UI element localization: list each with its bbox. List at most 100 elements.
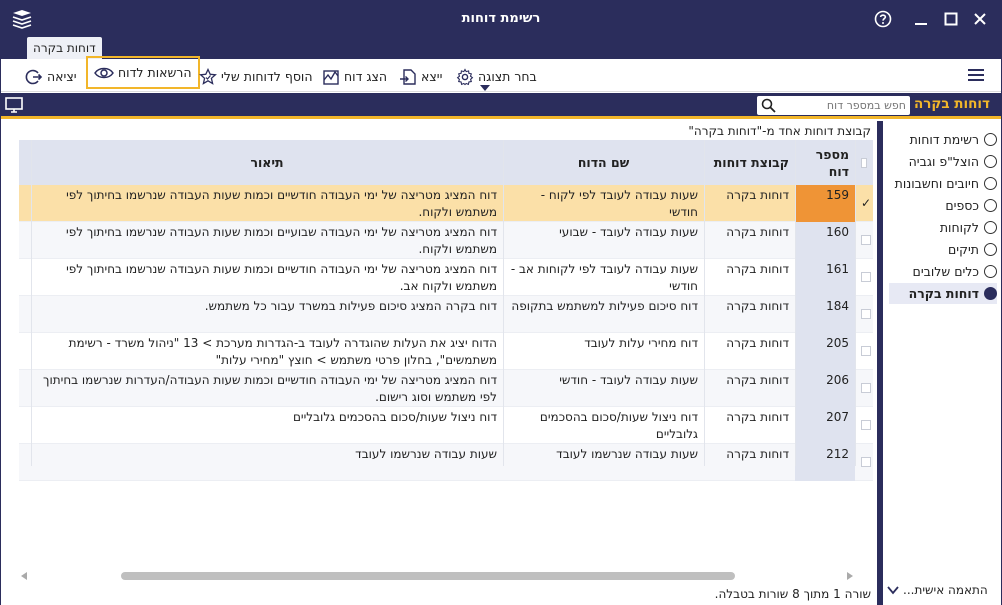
sidebar-item[interactable]: כלים שלובים (889, 261, 997, 282)
sidebar-item-label: כספים (945, 198, 979, 213)
sidebar-item[interactable]: הוצל"פ וגביה (889, 151, 997, 172)
close-icon (974, 13, 986, 25)
report-permissions-label: הרשאות לדוח (118, 65, 192, 80)
radio-icon[interactable] (984, 287, 997, 300)
cell-report-description: דוח המציג מטריצה של ימי העבודה חודשיים ו… (66, 262, 497, 293)
report-search-input[interactable] (781, 97, 906, 114)
col-header-name[interactable]: שם הדוח (503, 140, 704, 185)
choose-view-button[interactable]: בחר תצוגה (456, 63, 537, 91)
sidebar-item[interactable]: כספים (889, 195, 997, 216)
personalize-button[interactable]: התאמה אישית... (887, 583, 988, 597)
row-checkbox[interactable] (861, 309, 871, 319)
export-button[interactable]: ייצא (399, 63, 442, 90)
minimize-icon (915, 23, 927, 25)
table-row[interactable]: 161 דוחות בקרה שעות עבודה לעובד לפי לקוחות… (19, 259, 873, 296)
row-checkbox[interactable] (861, 272, 871, 282)
maximize-button[interactable] (938, 7, 964, 31)
sidebar-item[interactable]: תיקים (889, 239, 997, 260)
search-icon[interactable] (761, 98, 776, 113)
cell-report-number: 206 (795, 370, 855, 407)
select-all-checkbox[interactable] (861, 157, 867, 168)
column-separator (795, 140, 796, 466)
cell-report-description: דוח בקרה המציג סיכום פעילות במשרד עבור כ… (204, 299, 497, 313)
cell-overflow-stub (19, 333, 31, 370)
cell-overflow-stub (19, 407, 31, 444)
table-row[interactable]: 160 דוחות בקרה שעות עבודה לעובד - שבועי דוח… (19, 222, 873, 259)
cell-report-number: 205 (795, 333, 855, 370)
column-separator (503, 140, 504, 466)
col-header-number[interactable]: מספר דוח (795, 140, 855, 185)
cell-report-name: שעות עבודה לעובד לפי לקוח - חודשי (540, 188, 698, 219)
cell-report-number: 161 (795, 259, 855, 296)
sidebar-item-label: הוצל"פ וגביה (908, 154, 979, 169)
row-checkbox[interactable] (861, 235, 871, 245)
cell-report-number: 207 (795, 407, 855, 444)
cell-report-group: דוחות בקרה (726, 373, 789, 387)
cell-report-group: דוחות בקרה (726, 262, 789, 276)
scroll-left-arrow-icon[interactable] (21, 572, 27, 580)
col-header-group[interactable]: קבוצת דוחות (704, 140, 795, 185)
cell-report-number: 160 (795, 222, 855, 259)
scrollbar-thumb[interactable] (121, 572, 735, 580)
radio-icon[interactable] (984, 133, 997, 146)
horizontal-scrollbar[interactable] (19, 571, 855, 581)
table-row[interactable]: 212 דוחות בקרה שעות עבודה שנרשמו לעובד שעות… (19, 444, 873, 481)
cell-report-group: דוחות בקרה (726, 410, 789, 424)
sidebar-item[interactable]: דוחות בקרה (889, 283, 997, 304)
main-content: קבוצת דוחות אחד מ-"דוחות בקרה" מספר דוח … (1, 121, 877, 605)
cell-report-description: הדוח יציג את העלות שהוגדרה לעובד ב-הגדרו… (68, 336, 497, 367)
sidebar-item-label: חיובים וחשבונות (894, 176, 979, 191)
show-report-button[interactable]: הצג דוח (322, 63, 387, 90)
report-permissions-button[interactable]: הרשאות לדוח (86, 56, 200, 89)
personalize-label: התאמה אישית... (903, 583, 988, 597)
table-row[interactable]: 205 דוחות בקרה דוח מחירי עלות לעובד הדוח יצ… (19, 333, 873, 370)
table-row[interactable]: ✓ 159 דוחות בקרה שעות עבודה לעובד לפי לקוח … (19, 185, 873, 222)
row-checkbox[interactable] (861, 420, 871, 430)
table-row[interactable]: 184 דוחות בקרה דוח סיכום פעילות למשתמש בתק… (19, 296, 873, 333)
sidebar-item-label: לקוחות (939, 220, 979, 235)
cell-overflow-stub (19, 444, 31, 481)
monitor-icon[interactable] (5, 97, 23, 113)
table-header: מספר דוח קבוצת דוחות שם הדוח תיאור (19, 140, 873, 185)
cell-overflow-stub (19, 222, 31, 259)
row-checkbox[interactable] (861, 457, 871, 467)
radio-icon[interactable] (984, 177, 997, 190)
minimize-button[interactable] (908, 7, 934, 31)
close-button[interactable] (967, 7, 993, 31)
view-dropdown-caret-icon[interactable] (480, 85, 490, 91)
cell-report-group: דוחות בקרה (726, 299, 789, 313)
export-label: ייצא (421, 69, 443, 84)
select-all-cell[interactable] (855, 140, 873, 185)
checkmark-icon[interactable]: ✓ (861, 197, 871, 209)
column-separator (31, 140, 32, 466)
radio-icon[interactable] (984, 265, 997, 278)
cell-overflow-stub (19, 259, 31, 296)
exit-label: יציאה (47, 69, 77, 84)
sidebar-item[interactable]: רשימת דוחות (889, 129, 997, 150)
window-title: רשימת דוחות (461, 11, 541, 26)
radio-icon[interactable] (984, 221, 997, 234)
toolbar: יציאה הרשאות לדוח הוסף לדוחות שלי הצג דו… (1, 56, 1001, 92)
cell-overflow-stub (19, 296, 31, 333)
table-row[interactable]: 207 דוחות בקרה דוח ניצול שעות/סכום בהסכמים… (19, 407, 873, 444)
cell-report-group: דוחות בקרה (726, 188, 789, 202)
cell-report-description: דוח המציג מטריצה של ימי העבודה חודשיים ו… (66, 188, 497, 219)
sidebar-item[interactable]: חיובים וחשבונות (889, 173, 997, 194)
sidebar-item-label: דוחות בקרה (908, 286, 979, 301)
sidebar-item[interactable]: לקוחות (889, 217, 997, 238)
radio-icon[interactable] (984, 155, 997, 168)
hamburger-menu-icon[interactable] (967, 67, 985, 83)
column-separator (855, 140, 856, 466)
exit-button[interactable]: יציאה (25, 63, 77, 90)
cell-report-name: שעות עבודה שנרשמו לעובד (556, 447, 698, 461)
col-header-description[interactable]: תיאור (31, 140, 503, 185)
exit-icon (25, 69, 43, 84)
row-checkbox[interactable] (861, 346, 871, 356)
radio-icon[interactable] (984, 199, 997, 212)
help-button[interactable] (870, 7, 896, 31)
radio-icon[interactable] (984, 243, 997, 256)
scroll-right-arrow-icon[interactable] (847, 572, 853, 580)
row-checkbox[interactable] (861, 383, 871, 393)
add-to-my-reports-button[interactable]: הוסף לדוחות שלי (199, 63, 313, 90)
table-row[interactable]: 206 דוחות בקרה שעות עבודה לעובד - חודשי דוח… (19, 370, 873, 407)
